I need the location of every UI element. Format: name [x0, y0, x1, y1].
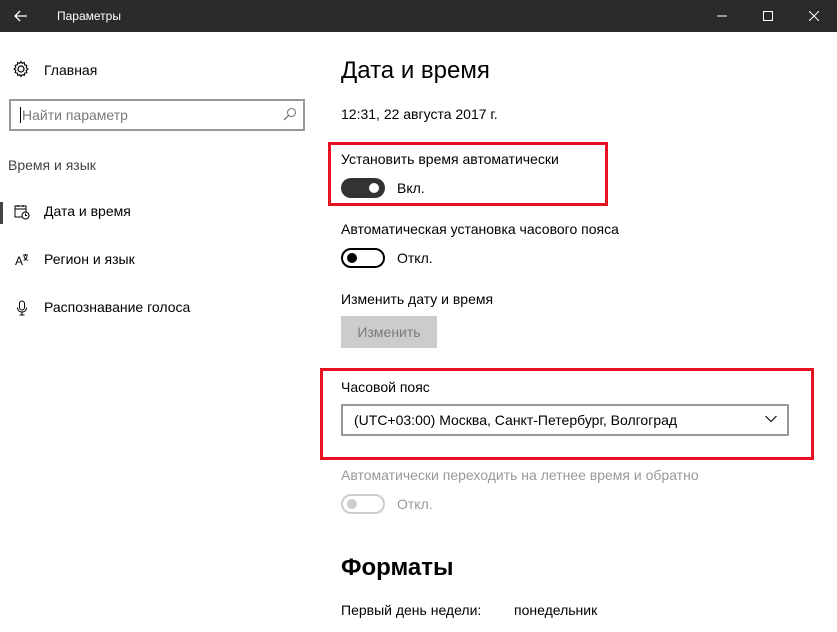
sidebar-item-region-language[interactable]: A Регион и язык — [0, 240, 320, 280]
home-label: Главная — [44, 62, 98, 78]
dst-toggle[interactable] — [341, 494, 385, 514]
svg-text:A: A — [15, 254, 23, 268]
chevron-down-icon — [765, 415, 777, 423]
first-day-value: понедельник — [514, 602, 598, 618]
toggle-knob — [347, 253, 357, 263]
gear-icon — [13, 60, 29, 78]
main-content: Дата и время 12:31, 22 августа 2017 г. У… — [340, 32, 837, 632]
minimize-button[interactable] — [699, 0, 745, 32]
change-button[interactable]: Изменить — [341, 316, 437, 348]
page-title: Дата и время — [341, 57, 490, 84]
text-caret — [20, 107, 21, 123]
back-button[interactable] — [0, 0, 42, 32]
language-icon: A — [13, 251, 31, 269]
timezone-value: (UTC+03:00) Москва, Санкт-Петербург, Вол… — [354, 412, 678, 428]
maximize-button[interactable] — [745, 0, 791, 32]
change-datetime-label: Изменить дату и время — [341, 291, 494, 307]
auto-timezone-label: Автоматическая установка часового пояса — [341, 221, 619, 237]
active-indicator — [0, 202, 3, 224]
first-day-label: Первый день недели: — [341, 602, 482, 618]
close-button[interactable] — [791, 0, 837, 32]
sidebar-item-speech[interactable]: Распознавание голоса — [0, 288, 320, 328]
sidebar-item-date-time[interactable]: Дата и время — [0, 192, 320, 232]
auto-time-toggle-row: Вкл. — [341, 178, 541, 200]
auto-time-state: Вкл. — [397, 180, 425, 196]
calendar-clock-icon — [13, 203, 31, 221]
search-box[interactable] — [9, 99, 305, 131]
current-datetime: 12:31, 22 августа 2017 г. — [341, 106, 498, 122]
close-icon — [809, 11, 819, 21]
dst-toggle-row: Откл. — [341, 494, 541, 516]
minimize-icon — [717, 15, 727, 17]
microphone-icon — [13, 299, 31, 317]
back-arrow-icon — [14, 10, 27, 22]
search-input[interactable] — [22, 101, 282, 129]
auto-time-label: Установить время автоматически — [341, 151, 559, 167]
search-icon[interactable] — [283, 107, 297, 121]
auto-timezone-toggle[interactable] — [341, 248, 385, 268]
dst-state: Откл. — [397, 496, 433, 512]
sidebar-item-label: Регион и язык — [44, 251, 135, 267]
formats-heading: Форматы — [341, 554, 454, 581]
timezone-select[interactable]: (UTC+03:00) Москва, Санкт-Петербург, Вол… — [341, 404, 789, 436]
timezone-label: Часовой пояс — [341, 379, 430, 395]
section-title: Время и язык — [8, 157, 96, 173]
title-bar: Параметры — [0, 0, 837, 32]
auto-timezone-toggle-row: Откл. — [341, 248, 541, 270]
sidebar: Главная Время и язык Дата и время A — [0, 32, 320, 632]
maximize-icon — [763, 11, 773, 21]
auto-time-toggle[interactable] — [341, 178, 385, 198]
dst-label: Автоматически переходить на летнее время… — [341, 467, 699, 483]
sidebar-item-label: Распознавание голоса — [44, 299, 191, 315]
toggle-knob — [369, 183, 379, 193]
toggle-knob — [347, 499, 357, 509]
sidebar-item-label: Дата и время — [44, 203, 131, 219]
auto-timezone-state: Откл. — [397, 250, 433, 266]
window-title: Параметры — [57, 9, 121, 23]
